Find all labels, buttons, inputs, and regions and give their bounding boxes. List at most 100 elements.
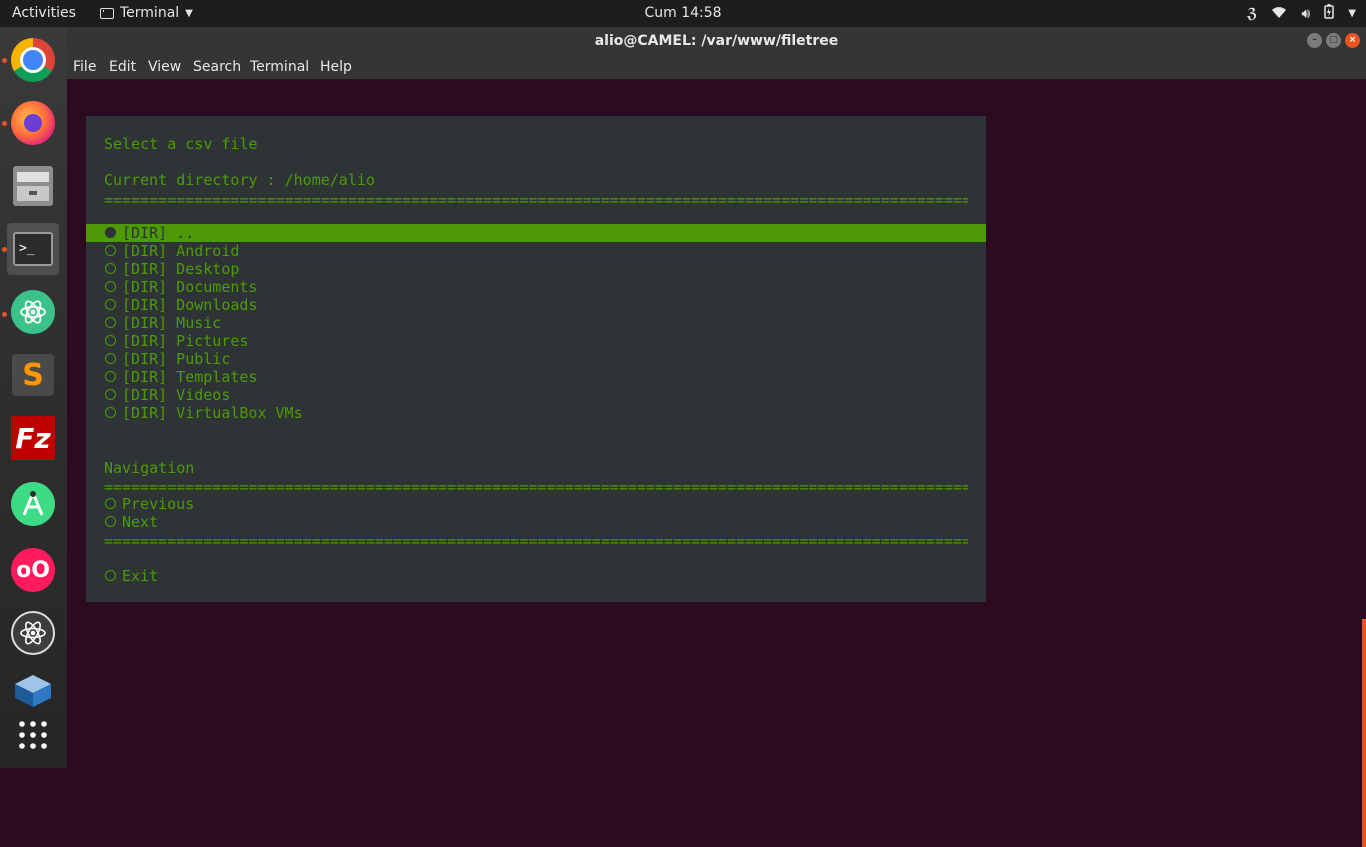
terminal-small-icon [100,7,114,19]
running-indicator [2,58,7,63]
flickr-icon: oO [11,548,55,592]
radio-icon [105,371,116,382]
dock-item-sublime-text[interactable]: S [7,349,59,401]
menu-help[interactable]: Help [320,59,352,75]
list-item-label: [DIR] Templates [122,368,258,386]
list-item-label: [DIR] Public [122,350,231,368]
maximize-button[interactable]: □ [1326,33,1341,48]
dock-item-react[interactable] [7,607,59,659]
system-tray[interactable]: ℨ 🔊︎ ▼ [1247,4,1356,23]
menu-terminal[interactable]: Terminal [250,59,309,75]
caret-down-icon: ▼ [185,7,193,19]
running-indicator [2,121,7,126]
running-indicator [2,312,7,317]
dock-item-atom[interactable] [7,286,59,338]
separator: ========================================… [104,191,968,209]
close-button[interactable]: × [1345,33,1360,48]
nav-previous-label: Previous [122,495,195,513]
list-item-label: [DIR] Pictures [122,332,249,350]
radio-icon [105,317,116,328]
activities-button[interactable]: Activities [12,5,76,21]
app-menu-label: Terminal [120,5,180,21]
radio-icon [105,245,116,256]
menu-search[interactable]: Search [193,59,241,75]
volume-icon[interactable]: 🔊︎ [1301,6,1310,22]
wifi-icon[interactable] [1271,5,1287,23]
file-picker-panel: Select a csv file Current directory : /h… [86,116,986,602]
clock[interactable]: Cum 14:58 [644,5,721,21]
list-item[interactable]: [DIR] Pictures [86,332,986,350]
list-item[interactable]: [DIR] Desktop [86,260,986,278]
top-panel: Activities Terminal ▼ Cum 14:58 ℨ 🔊︎ ▼ [0,0,1366,27]
dock-item-android-studio[interactable] [7,478,59,530]
radio-icon [105,389,116,400]
list-item-label: [DIR] Videos [122,386,231,404]
list-item[interactable]: [DIR] Documents [86,278,986,296]
list-item-label: [DIR] Documents [122,278,258,296]
separator: ========================================… [104,478,968,496]
react-icon [11,611,55,655]
radio-icon [105,516,116,527]
radio-icon [105,570,116,581]
dock-item-terminal[interactable]: >_ [7,223,59,275]
list-item[interactable]: [DIR] VirtualBox VMs [86,404,986,422]
radio-icon [105,281,116,292]
dock-item-files[interactable] [7,160,59,212]
list-item[interactable]: [DIR] .. [86,224,986,242]
radio-selected-icon [105,227,116,238]
list-item-label: [DIR] Downloads [122,296,258,314]
radio-icon [105,335,116,346]
app-menu[interactable]: Terminal ▼ [100,5,193,21]
list-item[interactable]: [DIR] Public [86,350,986,368]
dock-item-show-applications[interactable] [7,711,59,763]
menu-edit[interactable]: Edit [109,59,136,75]
exit-label: Exit [122,567,159,585]
menubar: File Edit View Search Terminal Help [67,55,1366,79]
dock-item-flickr[interactable]: oO [7,544,59,596]
firefox-icon [11,101,55,145]
radio-icon [105,498,116,509]
chrome-icon [11,38,55,82]
list-item-label: [DIR] Music [122,314,222,332]
dock: >_ S Fz oO [0,27,67,768]
system-menu-caret-icon[interactable]: ▼ [1348,8,1356,19]
menu-file[interactable]: File [73,59,96,75]
dock-item-chrome[interactable] [7,34,59,86]
dock-item-firefox[interactable] [7,97,59,149]
list-item[interactable]: [DIR] Downloads [86,296,986,314]
android-studio-icon [11,482,55,526]
dock-item-filezilla[interactable]: Fz [7,412,59,464]
files-icon [13,166,53,206]
panel-heading: Select a csv file [104,135,258,153]
minimize-button[interactable]: – [1307,33,1322,48]
list-item[interactable]: [DIR] Templates [86,368,986,386]
menu-view[interactable]: View [148,59,181,75]
virtualbox-icon [13,673,53,713]
radio-icon [105,407,116,418]
navigation-heading: Navigation [104,459,195,477]
radio-icon [105,353,116,364]
separator: ========================================… [104,532,968,550]
list-item-label: [DIR] Android [122,242,240,260]
nav-next-label: Next [122,513,159,531]
radio-icon [105,299,116,310]
window-title: alio@CAMEL: /var/www/filetree [594,33,839,49]
battery-icon[interactable] [1324,4,1335,23]
running-indicator [2,247,7,252]
nav-next[interactable]: Next [86,513,986,531]
sublime-text-icon: S [12,354,54,396]
window-titlebar[interactable]: alio@CAMEL: /var/www/filetree – □ × [67,27,1366,55]
list-item-label: [DIR] VirtualBox VMs [122,404,303,422]
list-item[interactable]: [DIR] Videos [86,386,986,404]
list-item[interactable]: [DIR] Android [86,242,986,260]
nav-previous[interactable]: Previous [86,495,986,513]
scrollbar-thumb[interactable] [1362,619,1366,847]
exit-option[interactable]: Exit [86,567,986,585]
zeal-icon[interactable]: ℨ [1247,6,1258,22]
show-apps-icon [17,719,49,755]
list-item-label: [DIR] Desktop [122,260,240,278]
current-directory: Current directory : /home/alio [104,171,375,189]
atom-icon [11,290,55,334]
list-item[interactable]: [DIR] Music [86,314,986,332]
terminal-icon: >_ [13,232,53,266]
